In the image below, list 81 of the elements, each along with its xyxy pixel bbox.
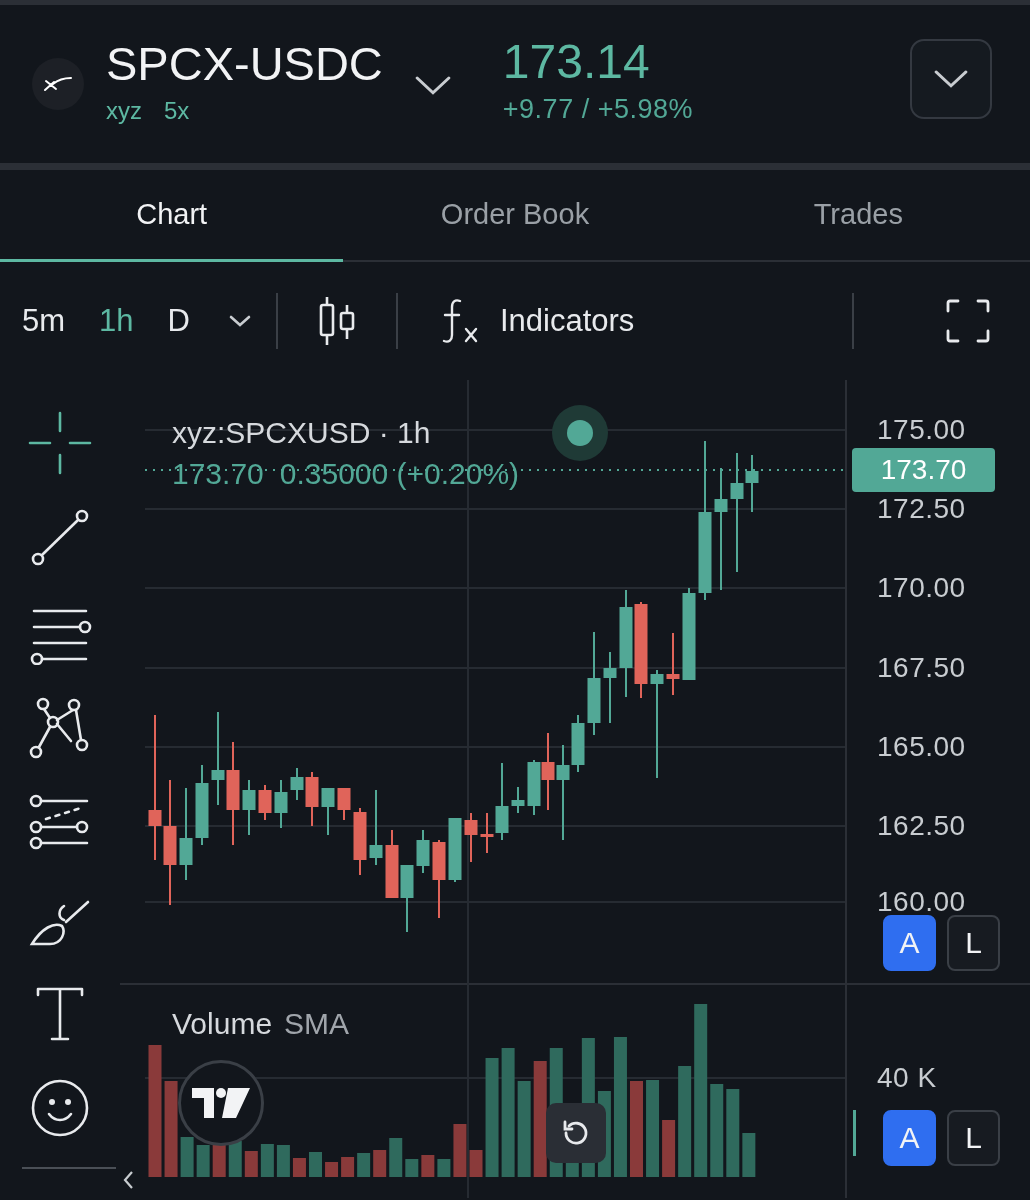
last-price: 173.14	[502, 37, 651, 88]
token-logo	[32, 58, 84, 110]
chart-type-button[interactable]	[317, 295, 356, 347]
volume-bar	[453, 1124, 467, 1177]
volume-bar	[196, 1145, 210, 1177]
current-price-label: 173.70	[852, 448, 995, 492]
scale-mode-button[interactable]: A	[883, 1110, 936, 1166]
volume-bar	[357, 1153, 371, 1177]
reset-chart-button[interactable]	[546, 1103, 606, 1163]
fullscreen-button[interactable]	[946, 299, 990, 343]
price-axis-label: 172.50	[877, 493, 966, 525]
collapse-button[interactable]	[122, 1170, 134, 1190]
price-axis-label: 160.00	[877, 886, 966, 918]
chevron-icon	[227, 314, 252, 328]
candlestick	[353, 807, 367, 876]
price-axis-label: 167.50	[877, 652, 966, 684]
interval-option[interactable]: 5m	[22, 303, 66, 339]
candlestick	[258, 784, 272, 821]
volume-bar	[276, 1145, 290, 1177]
price-axis-label: 162.50	[877, 810, 966, 842]
volume-bar	[244, 1151, 258, 1177]
volume-bar	[662, 1120, 676, 1177]
volume-bar	[421, 1155, 435, 1177]
market-tag: xyz	[106, 96, 142, 125]
candlestick	[385, 829, 399, 899]
volume-bar	[341, 1157, 355, 1177]
volume-bar	[325, 1162, 339, 1177]
volume-bar	[212, 1145, 226, 1177]
volume-bar	[389, 1138, 403, 1177]
price-axis-label: 170.00	[877, 572, 966, 604]
candlestick	[511, 786, 525, 814]
candlestick	[337, 787, 351, 821]
volume-study: SMA	[284, 1007, 350, 1041]
legend-last-value: 173.70	[172, 457, 264, 491]
market-symbol: SPCX-USDC	[106, 39, 383, 89]
price-axis-label: 165.00	[877, 731, 966, 763]
market-picker-button[interactable]	[414, 76, 451, 96]
legend-change: 0.35000 (+0.20%)	[279, 457, 520, 491]
price-change: +9.77 / +5.98%	[502, 93, 693, 125]
interval-option[interactable]: 1h	[99, 303, 134, 339]
candlestick-icon	[317, 295, 356, 347]
volume-bar	[373, 1150, 387, 1177]
volume-axis-label: 40 K	[877, 1062, 937, 1094]
candlestick	[666, 632, 680, 696]
tab[interactable]: Chart	[0, 170, 344, 262]
chevron-icon	[934, 69, 968, 89]
crosshair-icon	[28, 410, 92, 475]
candlestick	[464, 812, 478, 863]
candlestick	[448, 817, 462, 883]
tab[interactable]: Trades	[686, 170, 1030, 262]
market-tag: 5x	[164, 96, 190, 125]
interval-option[interactable]: D	[167, 303, 190, 339]
volume-bar	[742, 1133, 756, 1177]
chart-symbol: xyz:SPCXUSD · 1h	[172, 416, 431, 450]
volume-bar	[292, 1158, 306, 1177]
scale-mode-button[interactable]: L	[947, 1110, 1000, 1166]
volume-bar	[437, 1159, 451, 1177]
candlestick	[416, 829, 430, 874]
logo-icon	[192, 1088, 250, 1118]
volume-bar	[405, 1159, 419, 1177]
volume-bar	[228, 1141, 242, 1177]
candlestick	[400, 864, 414, 933]
indicators-button[interactable]: Indicators	[439, 297, 635, 345]
scale-mode-button[interactable]: L	[947, 915, 1000, 971]
price-axis-label: 175.00	[877, 414, 966, 446]
scale-mode-button[interactable]: A	[883, 915, 936, 971]
candlestick	[242, 779, 256, 836]
expand-button[interactable]	[910, 39, 992, 119]
interval-dropdown[interactable]	[227, 314, 252, 328]
candlestick	[274, 779, 288, 829]
volume-bar	[469, 1150, 483, 1177]
fullscreen-icon	[946, 299, 990, 343]
volume-bar	[309, 1152, 322, 1177]
chevron-icon	[414, 76, 451, 96]
chevron-left-icon	[122, 1170, 134, 1190]
volume-title: Volume	[172, 1007, 273, 1041]
tab[interactable]: Order Book	[343, 170, 687, 262]
candlestick	[321, 787, 335, 836]
volume-bar	[260, 1144, 274, 1177]
volume-bar	[180, 1137, 194, 1177]
candlestick	[527, 759, 541, 816]
